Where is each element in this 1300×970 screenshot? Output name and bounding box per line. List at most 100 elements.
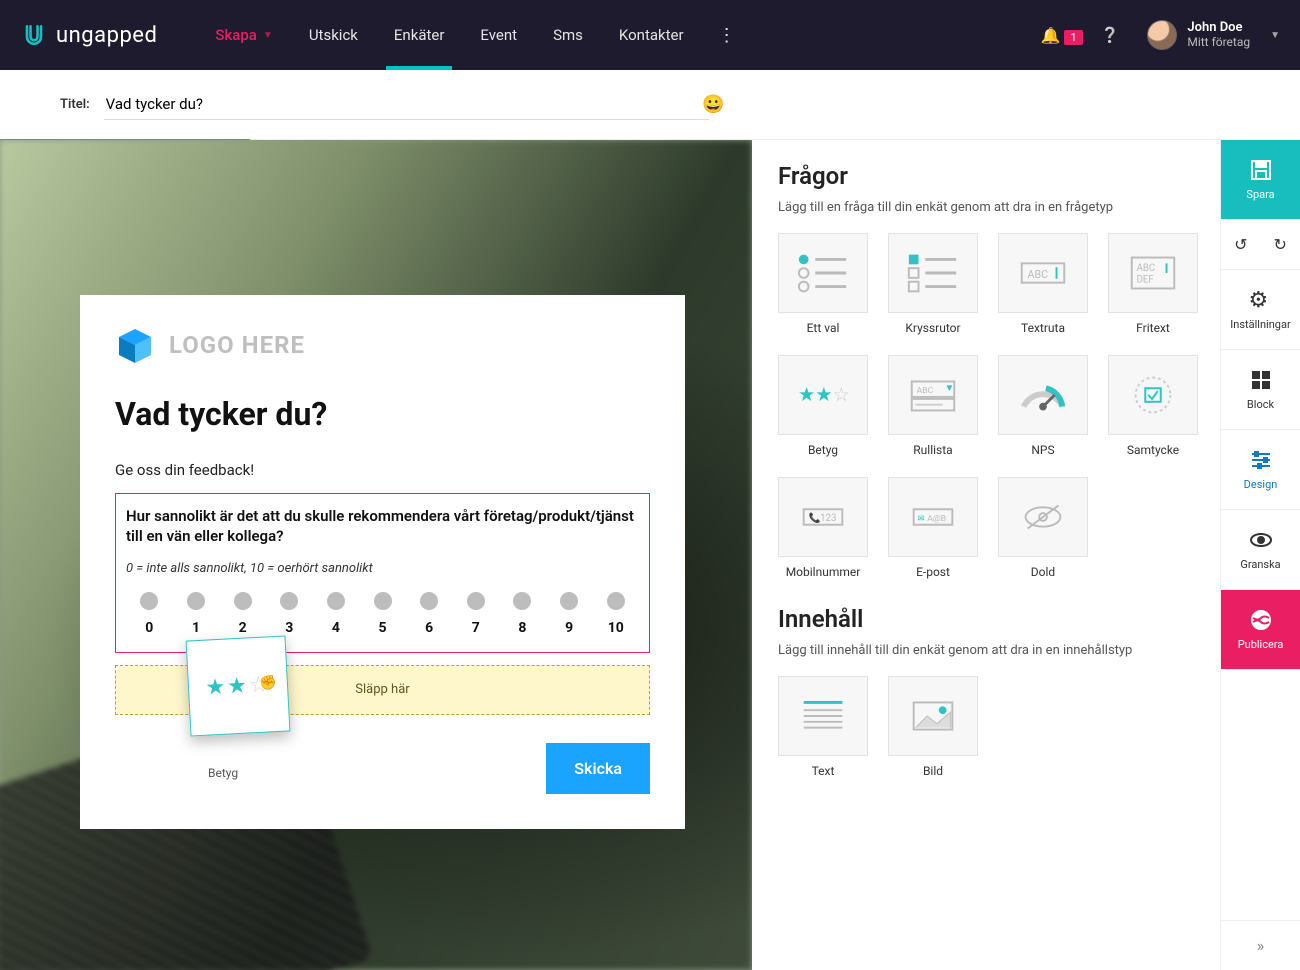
rail-settings-button[interactable]: ⚙ Inställningar xyxy=(1221,270,1300,350)
svg-text:123: 123 xyxy=(820,513,836,524)
nav-right: 🔔1 ❔ John Doe Mitt företag ▼ xyxy=(1041,20,1280,50)
tile-ett-val[interactable]: Ett val xyxy=(778,233,868,335)
question-text[interactable]: Hur sannolikt är det att du skulle rekom… xyxy=(126,506,639,547)
textarea-icon: ABCDEF xyxy=(1124,249,1182,297)
title-bar: Titel: 😀 xyxy=(0,70,1300,140)
stars-icon: ★★☆ xyxy=(794,371,852,419)
rail-collapse-button[interactable]: » xyxy=(1221,920,1300,970)
nav-kontakter[interactable]: Kontakter xyxy=(601,0,702,70)
nps-option[interactable]: 5 xyxy=(359,592,406,636)
palette-content-sub: Lägg till innehåll till din enkät genom … xyxy=(778,643,1198,658)
avatar xyxy=(1147,20,1177,50)
hidden-icon xyxy=(1014,493,1072,541)
survey-subheading[interactable]: Ge oss din feedback! xyxy=(115,461,650,479)
tile-textruta[interactable]: ABCTextruta xyxy=(998,233,1088,335)
chevron-down-icon: ▼ xyxy=(1270,30,1280,41)
tile-dold[interactable]: Dold xyxy=(998,477,1088,579)
rail-preview-button[interactable]: Granska xyxy=(1221,510,1300,590)
grab-cursor-icon: ✊ xyxy=(259,674,277,691)
tile-fritext[interactable]: ABCDEFFritext xyxy=(1108,233,1198,335)
cube-icon xyxy=(115,325,155,365)
notif-badge: 1 xyxy=(1064,30,1082,45)
palette-questions-sub: Lägg till en fråga till din enkät genom … xyxy=(778,200,1198,215)
drag-ghost-label: Betyg xyxy=(208,766,238,780)
radio-icon xyxy=(327,592,345,610)
textbox-icon: ABC xyxy=(1014,249,1072,297)
nps-option[interactable]: 7 xyxy=(452,592,499,636)
redo-button[interactable]: ↻ xyxy=(1274,235,1287,254)
nps-option[interactable]: 3 xyxy=(266,592,313,636)
radio-icon xyxy=(607,592,625,610)
nps-option[interactable]: 10 xyxy=(592,592,639,636)
tile-epost[interactable]: ✉A@BE-post xyxy=(888,477,978,579)
tile-mobilnummer[interactable]: 📞123Mobilnummer xyxy=(778,477,868,579)
nps-option[interactable]: 8 xyxy=(499,592,546,636)
undo-button[interactable]: ↺ xyxy=(1234,235,1247,254)
notifications-button[interactable]: 🔔1 xyxy=(1041,26,1083,45)
tile-bild[interactable]: Bild xyxy=(888,676,978,778)
radio-list-icon xyxy=(794,249,852,297)
survey-card[interactable]: LOGO HERE Vad tycker du? Ge oss din feed… xyxy=(80,295,685,829)
title-label: Titel: xyxy=(60,97,90,112)
nav-event[interactable]: Event xyxy=(462,0,535,70)
radio-icon xyxy=(140,592,158,610)
tile-rullista[interactable]: ABCRullista xyxy=(888,355,978,457)
question-block-nps[interactable]: Hur sannolikt är det att du skulle rekom… xyxy=(115,493,650,653)
drop-zone[interactable]: Släpp här ★★☆ ✊ Betyg xyxy=(115,665,650,715)
tile-kryssrutor[interactable]: Kryssrutor xyxy=(888,233,978,335)
nps-option[interactable]: 4 xyxy=(313,592,360,636)
rail-save-button[interactable]: Spara xyxy=(1221,140,1300,220)
nav-create-label: Skapa xyxy=(215,26,257,44)
tile-text[interactable]: Text xyxy=(778,676,868,778)
svg-text:✉: ✉ xyxy=(918,514,925,524)
nav-more-icon[interactable]: ⋮ xyxy=(708,25,746,46)
rail-publish-button[interactable]: Publicera xyxy=(1221,590,1300,670)
nav-create[interactable]: Skapa ▼ xyxy=(197,0,290,70)
drop-hint: Släpp här xyxy=(355,682,409,697)
help-icon: ❔ xyxy=(1101,26,1120,44)
title-input[interactable] xyxy=(104,89,709,120)
question-help[interactable]: 0 = inte alls sannolikt, 10 = oerhört sa… xyxy=(126,561,639,576)
text-block-icon xyxy=(794,692,852,740)
save-icon xyxy=(1249,158,1273,182)
rail-block-button[interactable]: Block xyxy=(1221,350,1300,430)
chevron-down-icon: ▼ xyxy=(263,30,273,41)
user-name: John Doe xyxy=(1187,21,1250,36)
survey-logo-placeholder[interactable]: LOGO HERE xyxy=(115,325,650,365)
phone-field-icon: 📞123 xyxy=(794,493,852,541)
tile-nps[interactable]: NPS xyxy=(998,355,1088,457)
rail-design-button[interactable]: Design xyxy=(1221,430,1300,510)
svg-text:☆: ☆ xyxy=(833,383,850,406)
consent-icon xyxy=(1124,371,1182,419)
help-button[interactable]: ❔ xyxy=(1101,26,1120,44)
radio-icon xyxy=(187,592,205,610)
palette-content-heading: Innehåll xyxy=(778,605,1198,633)
tile-samtycke[interactable]: Samtycke xyxy=(1108,355,1198,457)
nps-option[interactable]: 6 xyxy=(406,592,453,636)
nps-option[interactable]: 9 xyxy=(546,592,593,636)
radio-icon xyxy=(467,592,485,610)
send-button[interactable]: Skicka xyxy=(546,743,650,794)
user-menu[interactable]: John Doe Mitt företag ▼ xyxy=(1147,20,1280,50)
drag-ghost-betyg: ★★☆ ✊ xyxy=(186,635,291,736)
gear-icon: ⚙ xyxy=(1249,288,1273,312)
nav-enkater[interactable]: Enkäter xyxy=(376,0,463,70)
nps-option[interactable]: 2 xyxy=(219,592,266,636)
nav-sms[interactable]: Sms xyxy=(535,0,601,70)
brand-mark-icon xyxy=(20,21,48,49)
svg-text:ABC: ABC xyxy=(1137,263,1156,274)
survey-heading[interactable]: Vad tycker du? xyxy=(115,395,650,433)
palette-panel: Frågor Lägg till en fråga till din enkät… xyxy=(752,140,1220,970)
tile-betyg[interactable]: ★★☆Betyg xyxy=(778,355,868,457)
svg-text:DEF: DEF xyxy=(1137,275,1155,286)
nps-option[interactable]: 1 xyxy=(173,592,220,636)
brand-logo[interactable]: ungapped xyxy=(20,21,157,49)
question-tiles: Ett val Kryssrutor ABCTextruta ABCDEFFri… xyxy=(778,233,1198,579)
nav-utskick[interactable]: Utskick xyxy=(291,0,376,70)
emoji-button[interactable]: 😀 xyxy=(702,94,724,115)
nps-option[interactable]: 0 xyxy=(126,592,173,636)
gauge-icon xyxy=(1014,371,1072,419)
blocks-icon xyxy=(1249,368,1273,392)
radio-icon xyxy=(420,592,438,610)
nps-scale: 0 1 2 3 4 5 6 7 8 9 10 xyxy=(126,592,639,636)
